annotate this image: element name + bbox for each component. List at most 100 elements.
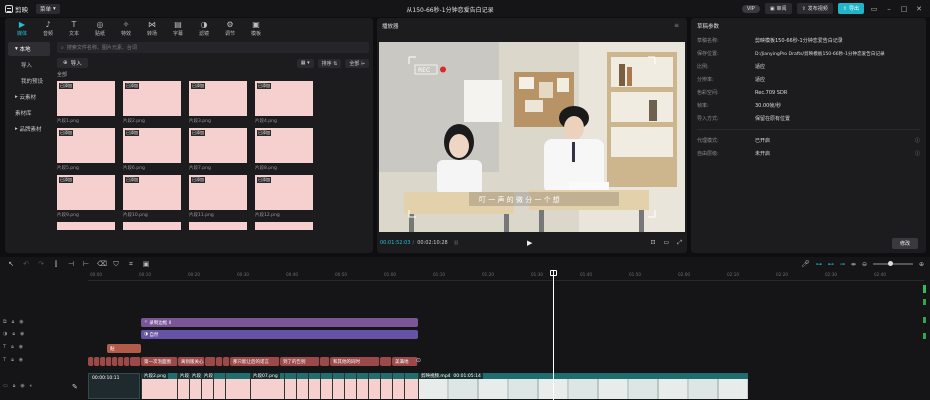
media-thumb[interactable]: 已添加 片段8.png <box>255 128 313 172</box>
video-clip[interactable]: 片段2.png <box>141 373 177 399</box>
tab-filter[interactable]: ◑ 滤镜 <box>193 18 215 40</box>
effect-clip[interactable]: ✧ 录制边框 II <box>141 318 418 327</box>
speaker-icon[interactable]: 🔈︎ <box>30 383 33 389</box>
media-thumb[interactable]: 已添加 片段5.png <box>57 128 115 172</box>
video-clip[interactable]: 剪映视频.mp4 00:01:05:14 <box>418 373 748 399</box>
edit-cover-icon[interactable]: ✎ <box>72 383 78 391</box>
edit-button[interactable]: 修改 <box>891 238 918 249</box>
tab-text[interactable]: T 文本 <box>63 18 85 40</box>
cover-icon[interactable]: ⊙ <box>416 357 421 364</box>
select-tool-icon[interactable]: ↖ <box>7 260 15 268</box>
split-left-icon[interactable]: ⊣ <box>67 260 75 268</box>
playhead[interactable] <box>553 271 554 400</box>
media-thumb[interactable] <box>189 222 247 230</box>
media-thumb[interactable]: 已添加 片段7.png <box>189 128 247 172</box>
tab-audio[interactable]: ♪ 音频 <box>37 18 59 40</box>
microphone-icon[interactable]: 🎤︎ <box>801 260 810 268</box>
more-icon[interactable]: ≡ <box>674 22 679 29</box>
media-thumb[interactable]: 已添加 片段12.png <box>255 175 313 219</box>
video-clip[interactable]: 片段07.png <box>250 373 284 399</box>
text-clip[interactable] <box>223 357 230 366</box>
video-clip[interactable] <box>213 373 225 399</box>
video-clip[interactable] <box>392 373 404 399</box>
text-clip[interactable] <box>380 357 392 366</box>
sidebar-item-import[interactable]: 导入 <box>8 58 50 72</box>
undo-icon[interactable]: ↶ <box>22 260 30 268</box>
sticker-clip[interactable]: 贴 <box>107 344 141 353</box>
media-thumb[interactable]: 已添加 片段1.png <box>57 81 115 125</box>
video-clip[interactable] <box>308 373 320 399</box>
zoom-out-icon[interactable]: ⊖ <box>862 261 867 268</box>
tab-sticker[interactable]: ◎ 贴纸 <box>89 18 111 40</box>
lock-icon[interactable]: 🔒︎ <box>12 331 15 337</box>
ratio-icon[interactable]: ▭ <box>664 239 670 247</box>
preview-axis-icon[interactable]: ⇹ <box>851 261 856 268</box>
eye-icon[interactable]: ◉ <box>19 357 23 363</box>
zoom-slider[interactable] <box>872 261 913 266</box>
marker-icon[interactable]: ⛉ <box>112 260 120 269</box>
video-clip[interactable]: 片段 <box>201 373 215 399</box>
tab-caption[interactable]: ▤ 字幕 <box>167 18 189 40</box>
tab-template[interactable]: ▣ 模板 <box>245 18 267 40</box>
image-icon[interactable]: ▣ <box>142 260 150 268</box>
video-clip[interactable] <box>320 373 332 399</box>
eye-icon[interactable]: ◉ <box>19 319 23 325</box>
fullscreen-fit-icon[interactable]: ⊡ <box>650 239 655 247</box>
export-button[interactable]: ⇧ 导出 <box>837 3 864 14</box>
sidebar-item-cloud[interactable]: ▸ 云素材 <box>8 90 50 104</box>
time-ruler[interactable]: 00:00 00:10 00:20 00:30 00:40 00:50 01:0… <box>88 271 924 281</box>
menu-button[interactable]: 菜单 ▾ <box>36 3 60 14</box>
layout-icon[interactable]: ▭ <box>869 5 879 13</box>
video-clip[interactable]: 片段 <box>189 373 203 399</box>
play-button[interactable]: ▶ <box>527 239 532 247</box>
sidebar-item-brand[interactable]: ▸ 品牌素材 <box>8 122 50 136</box>
text-clip[interactable]: 到了的告别 <box>280 357 320 366</box>
media-thumb[interactable]: 已添加 片段6.png <box>123 128 181 172</box>
import-button[interactable]: ⊕ 导入 <box>57 58 88 68</box>
lock-icon[interactable]: 🔒︎ <box>13 383 16 389</box>
video-clip[interactable] <box>380 373 392 399</box>
text-clip[interactable]: 那只能让后的诺言 <box>230 357 280 366</box>
lock-icon[interactable]: 🔒︎ <box>12 319 15 325</box>
video-clip[interactable] <box>344 373 356 399</box>
video-clip[interactable] <box>356 373 368 399</box>
text-clip[interactable]: 第一次泡面图 <box>141 357 178 366</box>
search-input[interactable]: ⌕ 搜索文件名称、图片元素、台词 <box>57 42 369 53</box>
filter-button[interactable]: 全部 ⩥ <box>345 58 369 68</box>
info-icon[interactable]: ⓘ <box>915 150 920 157</box>
sort-button[interactable]: 排序 ⇅ <box>317 58 342 68</box>
delete-icon[interactable]: ⌫ <box>97 260 107 268</box>
video-preview[interactable]: REC 叮 一 声 的 微 分 一 个 想 <box>379 42 685 232</box>
timecode-grid-icon[interactable]: ▥ <box>454 240 459 246</box>
text-clip[interactable]: 离别版关心 <box>178 357 205 366</box>
video-clip[interactable]: 片段 <box>177 373 191 399</box>
text-clip[interactable]: 美满地 <box>392 357 418 366</box>
media-thumb[interactable] <box>255 222 313 230</box>
close-icon[interactable]: ✕ <box>914 5 924 13</box>
media-thumb[interactable] <box>57 222 115 230</box>
eye-icon[interactable]: ◉ <box>20 331 24 337</box>
maximize-icon[interactable]: □ <box>899 5 909 13</box>
video-clip[interactable] <box>284 373 296 399</box>
review-button[interactable]: ▣ 审阅 <box>764 3 792 14</box>
main-track-magnet-icon[interactable]: ⊶ <box>816 261 822 268</box>
crop-icon[interactable]: ⌗ <box>127 260 135 269</box>
media-thumb[interactable]: 已添加 片段2.png <box>123 81 181 125</box>
media-thumb[interactable]: 已添加 片段9.png <box>57 175 115 219</box>
media-thumb[interactable] <box>123 222 181 230</box>
view-toggle-button[interactable]: ▦ ▾ <box>296 58 314 68</box>
media-thumb[interactable]: 已添加 片段11.png <box>189 175 247 219</box>
media-thumb[interactable]: 已添加 片段3.png <box>189 81 247 125</box>
auto-snap-icon[interactable]: ⊷ <box>828 261 834 268</box>
lock-icon[interactable]: 🔒︎ <box>11 344 14 350</box>
sidebar-item-library[interactable]: 素材库 <box>8 106 50 120</box>
media-thumb[interactable]: 已添加 片段4.png <box>255 81 313 125</box>
minimize-icon[interactable]: – <box>884 5 894 13</box>
link-icon[interactable]: ⊸ <box>840 261 845 268</box>
sidebar-item-local[interactable]: ▾ 本地 <box>8 42 50 56</box>
split-right-icon[interactable]: ⊢ <box>82 260 90 268</box>
video-clip[interactable] <box>332 373 344 399</box>
fullscreen-icon[interactable]: ⤢ <box>677 239 682 247</box>
cover-clip[interactable]: 00:00:10:11 <box>88 373 140 399</box>
media-thumb[interactable]: 已添加 片段10.png <box>123 175 181 219</box>
